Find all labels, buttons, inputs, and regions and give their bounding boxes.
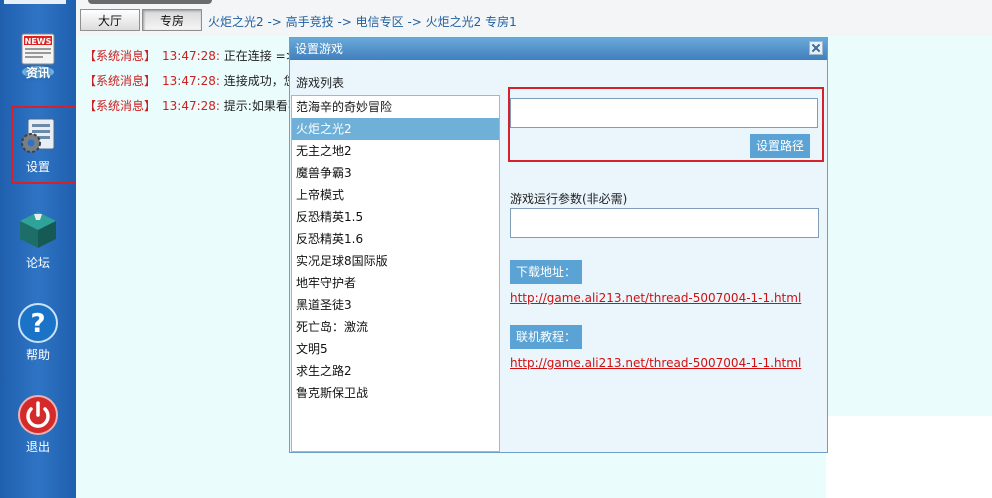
breadcrumb: 火炬之光2 -> 高手竞技 -> 电信专区 -> 火炬之光2 专房1 — [208, 15, 517, 29]
list-item[interactable]: 反恐精英1.6 — [292, 228, 499, 250]
list-item[interactable]: 魔兽争霸3 — [292, 162, 499, 184]
list-item[interactable]: 范海辛的奇妙冒险 — [292, 96, 499, 118]
sidebar-item-forum[interactable]: 论坛 — [0, 208, 76, 271]
game-path-input[interactable] — [510, 98, 818, 128]
list-item[interactable]: 上帝模式 — [292, 184, 499, 206]
tab-stub — [88, 0, 212, 4]
tab-lobby[interactable]: 大厅 — [80, 9, 140, 31]
tab-room[interactable]: 专房 — [142, 9, 202, 31]
power-icon — [18, 395, 58, 435]
blank-region — [826, 416, 992, 498]
message-time: 13:47:28: — [162, 49, 220, 63]
download-link[interactable]: http://game.ali213.net/thread-5007004-1-… — [510, 291, 801, 305]
list-item[interactable]: 黑道圣徒3 — [292, 294, 499, 316]
sidebar-item-help[interactable]: ? 帮助 — [0, 302, 76, 363]
params-input[interactable] — [510, 208, 819, 238]
help-icon: ? — [18, 303, 58, 343]
sidebar-item-label: 帮助 — [25, 348, 50, 362]
download-label: 下载地址： — [510, 260, 583, 284]
list-item[interactable]: 死亡岛：激流 — [292, 316, 499, 338]
svg-text:?: ? — [30, 309, 45, 339]
game-list-label: 游戏列表 — [296, 76, 345, 90]
sidebar-item-label: 退出 — [25, 440, 50, 454]
list-item-selected[interactable]: 火炬之光2 — [292, 118, 499, 140]
system-message: 【系统消息】 13:47:28: 正在连接 => — [84, 47, 296, 64]
game-list[interactable]: 范海辛的奇妙冒险 火炬之光2 无主之地2 魔兽争霸3 上帝模式 反恐精英1.5 … — [291, 95, 500, 452]
system-message: 【系统消息】 13:47:28: 连接成功，您被 — [84, 72, 308, 89]
message-tag: 【系统消息】 — [84, 49, 157, 63]
news-badge-text: NEWS — [25, 37, 52, 46]
game-settings-dialog: 设置游戏 游戏列表 范海辛的奇妙冒险 火炬之光2 无主之地2 魔兽争霸3 上帝模… — [289, 37, 828, 453]
top-nav-bar: 大厅 专房 火炬之光2 -> 高手竞技 -> 电信专区 -> 火炬之光2 专房1 — [76, 0, 992, 36]
list-item[interactable]: 文明5 — [292, 338, 499, 360]
list-item[interactable]: 鲁克斯保卫战 — [292, 382, 499, 404]
set-path-button[interactable]: 设置路径 — [750, 134, 810, 158]
sidebar-item-label: 资讯 — [25, 66, 50, 80]
close-icon[interactable] — [809, 41, 823, 55]
tutorial-link[interactable]: http://game.ali213.net/thread-5007004-1-… — [510, 356, 801, 370]
message-time: 13:47:28: — [162, 74, 220, 88]
list-item[interactable]: 求生之路2 — [292, 360, 499, 382]
sidebar-item-news[interactable]: NEWS 资讯 — [0, 30, 76, 81]
dialog-title: 设置游戏 — [290, 38, 827, 60]
system-message: 【系统消息】 13:47:28: 提示:如果看不 — [84, 97, 300, 114]
list-item[interactable]: 反恐精英1.5 — [292, 206, 499, 228]
tutorial-label: 联机教程： — [510, 325, 583, 349]
sidebar-item-exit[interactable]: 退出 — [0, 394, 76, 455]
list-item[interactable]: 无主之地2 — [292, 140, 499, 162]
left-sidebar: NEWS 资讯 设置 论坛 ? 帮助 退出 — [0, 0, 77, 498]
message-time: 13:47:28: — [162, 99, 220, 113]
sidebar-top-line — [4, 0, 66, 4]
message-tag: 【系统消息】 — [84, 74, 157, 88]
settings-highlight-box — [11, 106, 77, 184]
params-label: 游戏运行参数(非必需) — [510, 192, 628, 206]
forum-icon — [20, 212, 56, 248]
sidebar-item-label: 论坛 — [25, 256, 50, 270]
list-item[interactable]: 实况足球8国际版 — [292, 250, 499, 272]
message-tag: 【系统消息】 — [84, 99, 157, 113]
list-item[interactable]: 地牢守护者 — [292, 272, 499, 294]
message-text: 正在连接 => — [223, 49, 296, 63]
